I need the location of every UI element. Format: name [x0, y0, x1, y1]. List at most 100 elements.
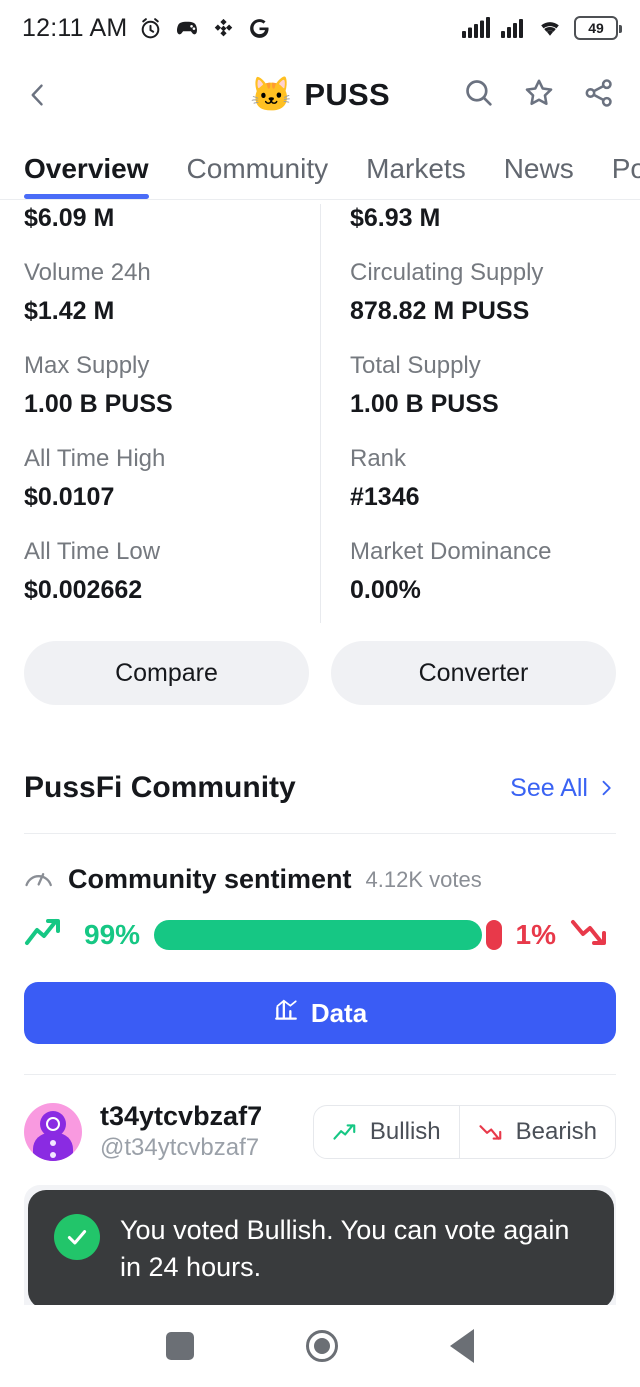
coin-symbol: PUSS: [304, 77, 390, 112]
app-bar: 🐱 PUSS: [0, 56, 640, 134]
stat-total-supply: Total Supply 1.00 B PUSS: [320, 352, 616, 445]
stat-label: Circulating Supply: [350, 259, 544, 286]
app-bar-actions: [462, 76, 616, 115]
battery-indicator: 49: [574, 16, 622, 40]
search-icon[interactable]: [462, 76, 496, 115]
sentiment-title: Community sentiment: [68, 864, 352, 894]
avatar[interactable]: [24, 1103, 82, 1162]
avatar-body-icon: [33, 1133, 73, 1162]
sentiment-bar-row: 99% 1%: [0, 895, 640, 954]
stat-value: $0.0107: [24, 483, 115, 511]
tab-community[interactable]: Community: [187, 153, 329, 199]
stat-label: All Time High: [24, 445, 166, 472]
bullish-bar: [154, 919, 482, 950]
bearish-percent: 1%: [515, 918, 556, 950]
binance-icon: [211, 16, 236, 41]
trend-up-icon: [333, 1124, 356, 1140]
stat-all-time-high: All Time High $0.0107: [24, 445, 320, 538]
star-icon[interactable]: [522, 76, 556, 115]
gamepad-icon: [174, 15, 200, 41]
converter-button[interactable]: Converter: [331, 641, 616, 705]
share-icon[interactable]: [582, 76, 616, 115]
data-button[interactable]: Data: [24, 982, 616, 1044]
stat-value: #1346: [350, 483, 420, 511]
community-title: PussFi Community: [24, 771, 296, 804]
status-time: 12:11 AM: [22, 13, 128, 42]
overview-scroll-area: $6.09 M $6.93 M Volume 24h $1.42 M Circu…: [0, 204, 640, 1336]
google-icon: [247, 16, 272, 41]
back-button[interactable]: [24, 81, 64, 109]
stat-label: Volume 24h: [24, 259, 151, 286]
section-tabs[interactable]: Overview Community Markets News Po: [0, 134, 640, 200]
trend-down-icon: [570, 915, 616, 954]
tab-markets[interactable]: Markets: [366, 153, 466, 199]
tab-news[interactable]: News: [504, 153, 574, 199]
vote-button-group: Bullish Bearish: [312, 1105, 616, 1160]
wifi-icon: [535, 16, 565, 40]
stat-value: $6.93 M: [350, 204, 441, 232]
android-nav-bar: [0, 1305, 640, 1387]
action-buttons: Compare Converter: [0, 631, 640, 705]
stat-volume-24h: Volume 24h $1.42 M: [24, 259, 320, 352]
stat-value: 0.00%: [350, 576, 421, 604]
bullish-label: Bullish: [369, 1118, 441, 1146]
bearish-bar: [485, 919, 502, 950]
status-bar-left: 12:11 AM: [22, 14, 272, 43]
tab-portfolio[interactable]: Po: [612, 153, 640, 199]
status-bar: 12:11 AM 49: [0, 0, 640, 56]
user-identity: t34ytcvbzaf7 @t34ytcvbzaf7: [100, 1101, 262, 1163]
trend-up-icon: [24, 915, 70, 954]
user-row: t34ytcvbzaf7 @t34ytcvbzaf7 Bullish Beari…: [0, 1075, 640, 1163]
data-button-label: Data: [310, 997, 368, 1028]
votes-count: 4.12K votes: [365, 866, 482, 892]
stat-value: 1.00 B PUSS: [24, 390, 173, 418]
battery-level: 49: [588, 20, 604, 36]
status-bar-right: 49: [461, 16, 622, 40]
stat-max-supply: Max Supply 1.00 B PUSS: [24, 352, 320, 445]
sentiment-header: Community sentiment 4.12K votes: [0, 834, 640, 895]
square-icon[interactable]: [166, 1332, 194, 1360]
triangle-back-icon[interactable]: [450, 1329, 474, 1363]
gauge-icon: [24, 864, 54, 895]
user-name: t34ytcvbzaf7: [100, 1101, 263, 1131]
check-circle-icon: [54, 1214, 100, 1260]
stat-value: $6.09 M: [24, 204, 115, 232]
coin-avatar-icon: 🐱: [250, 76, 293, 114]
signal-bars-icon: [461, 16, 491, 40]
see-all-link[interactable]: See All: [510, 774, 616, 803]
stat-label: All Time Low: [24, 538, 161, 565]
community-section-header: PussFi Community See All: [0, 705, 640, 805]
chevron-right-icon: [602, 780, 611, 796]
stat-label: Rank: [350, 445, 407, 472]
bullish-vote-button[interactable]: Bullish: [314, 1106, 459, 1158]
tab-overview[interactable]: Overview: [24, 153, 149, 199]
stat-market-dominance: Market Dominance 0.00%: [320, 538, 616, 631]
stat-circulating-supply: Circulating Supply 878.82 M PUSS: [320, 259, 616, 352]
circle-icon[interactable]: [306, 1330, 338, 1362]
stat-value: $0.002662: [24, 576, 143, 604]
bar-chart-icon: [273, 997, 299, 1030]
stat-value: 1.00 B PUSS: [350, 390, 499, 418]
stat-value: $1.42 M: [24, 297, 115, 325]
user-handle: @t34ytcvbzaf7: [100, 1134, 260, 1162]
toast-message: You voted Bullish. You can vote again in…: [120, 1215, 570, 1283]
toast-notification: You voted Bullish. You can vote again in…: [28, 1190, 614, 1309]
compare-button[interactable]: Compare: [24, 641, 309, 705]
alarm-icon: [138, 16, 163, 41]
stat-all-time-low: All Time Low $0.002662: [24, 538, 320, 631]
stat-value: 878.82 M PUSS: [350, 297, 530, 325]
stats-grid: $6.09 M $6.93 M Volume 24h $1.42 M Circu…: [0, 204, 640, 631]
stat-label: Market Dominance: [350, 538, 552, 565]
stat-label: Total Supply: [350, 352, 481, 379]
stat-rank: Rank #1346: [320, 445, 616, 538]
sentiment-bar: [154, 919, 502, 950]
see-all-label: See All: [510, 773, 588, 802]
stat-fdv: $6.93 M: [320, 204, 616, 259]
back-chevron-icon: [31, 84, 43, 106]
bearish-vote-button[interactable]: Bearish: [460, 1106, 615, 1158]
trend-down-icon: [479, 1125, 501, 1140]
stat-market-cap: $6.09 M: [24, 204, 320, 259]
bearish-label: Bearish: [515, 1118, 597, 1146]
bullish-percent: 99%: [84, 918, 141, 950]
stat-label: Max Supply: [24, 352, 150, 379]
